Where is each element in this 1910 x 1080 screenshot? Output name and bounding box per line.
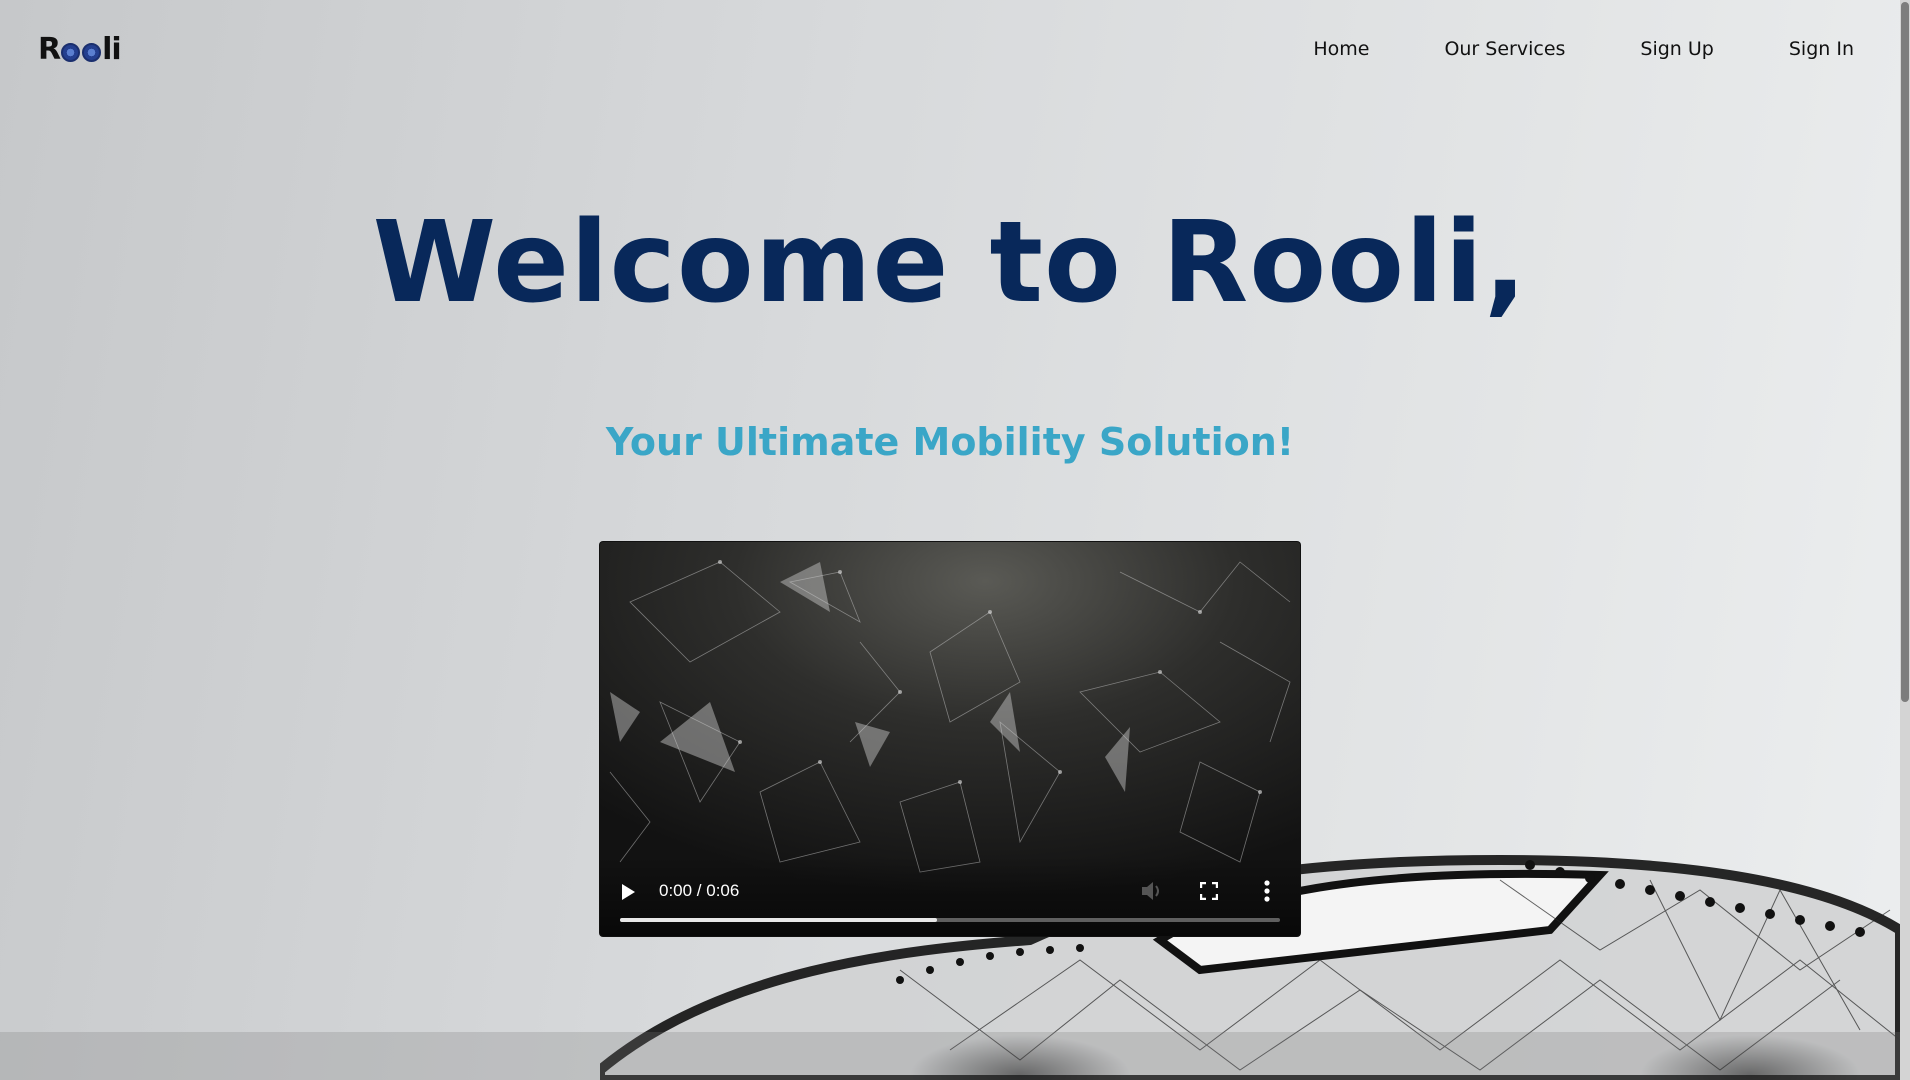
play-icon[interactable] xyxy=(622,884,635,900)
fullscreen-icon[interactable] xyxy=(1200,882,1218,900)
hero-title: Welcome to Rooli, xyxy=(372,198,1528,328)
volume-icon[interactable] xyxy=(1140,880,1164,902)
video-buffered-bar xyxy=(620,918,937,922)
nav-sign-in-link[interactable]: Sign In xyxy=(1789,38,1854,60)
scrollbar-thumb[interactable] xyxy=(1901,2,1909,702)
video-player[interactable]: 0:00 / 0:06 xyxy=(600,542,1300,936)
nav-our-services-link[interactable]: Our Services xyxy=(1444,38,1565,60)
hero-subtitle: Your Ultimate Mobility Solution! xyxy=(605,420,1295,464)
scrollbar[interactable] xyxy=(1900,0,1910,1080)
video-progress-bar[interactable] xyxy=(620,918,1280,922)
nav-home-link[interactable]: Home xyxy=(1313,38,1369,60)
video-time: 0:00 / 0:06 xyxy=(659,881,740,900)
video-controls: 0:00 / 0:06 xyxy=(600,856,1300,936)
bottom-overlay-bar xyxy=(0,1032,1900,1080)
rooli-logo[interactable]: Rli xyxy=(38,32,122,67)
more-options-icon[interactable] xyxy=(1264,880,1270,902)
nav-sign-up-link[interactable]: Sign Up xyxy=(1640,38,1713,60)
nav-links: Home Our Services Sign Up Sign In xyxy=(1238,38,1854,60)
top-nav: Rli Home Our Services Sign Up Sign In xyxy=(0,0,1900,100)
